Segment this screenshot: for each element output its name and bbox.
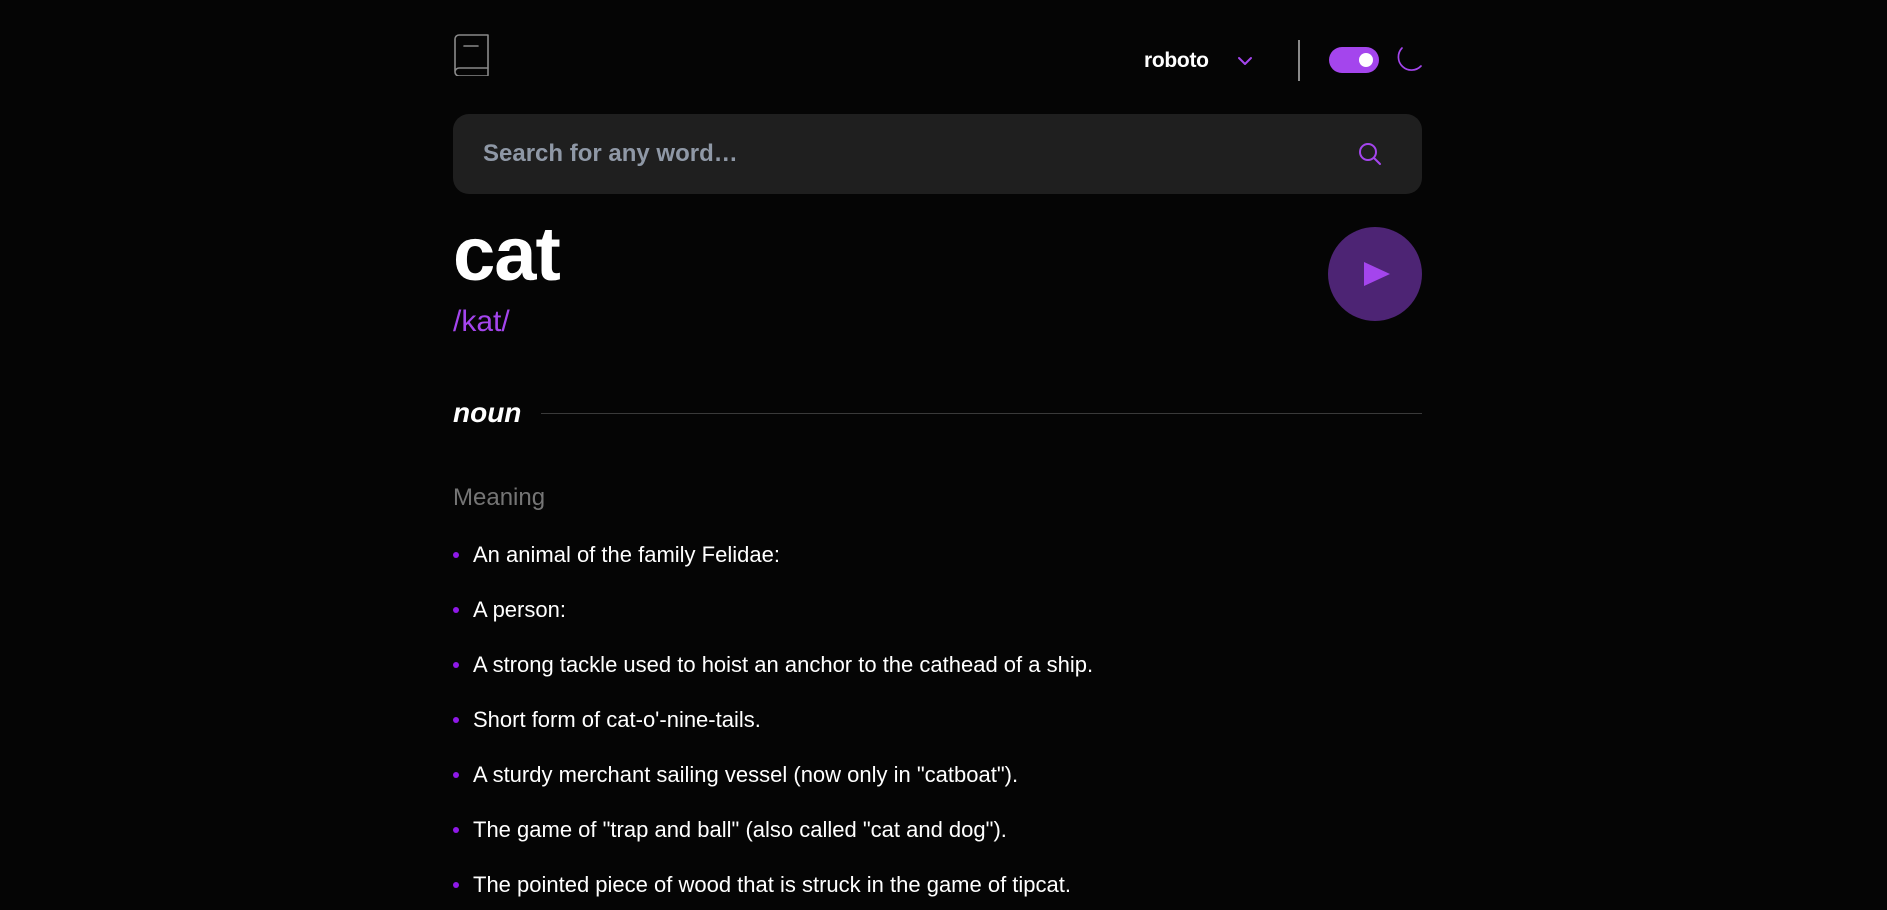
font-selector-label: roboto <box>1144 49 1209 72</box>
definition-item: A person: <box>453 590 1422 645</box>
definition-text: A sturdy merchant sailing vessel (now on… <box>473 762 1019 787</box>
definition-text: Short form of cat-o'-nine-tails. <box>473 707 761 732</box>
definitions-list: An animal of the family Felidae: A perso… <box>453 535 1422 910</box>
definition-text: The pointed piece of wood that is struck… <box>473 872 1072 897</box>
play-audio-button[interactable] <box>1328 227 1422 321</box>
theme-toggle[interactable] <box>1329 47 1379 73</box>
search-icon[interactable] <box>1358 142 1382 166</box>
definition-item: The pointed piece of wood that is struck… <box>453 865 1422 910</box>
phonetic: /kat/ <box>453 305 510 338</box>
bullet-icon <box>453 717 459 723</box>
definition-item: A strong tackle used to hoist an anchor … <box>453 645 1422 700</box>
bullet-icon <box>453 827 459 833</box>
meaning-heading: Meaning <box>453 484 546 511</box>
bullet-icon <box>453 772 459 778</box>
definition-item: An animal of the family Felidae: <box>453 535 1422 590</box>
search-input[interactable] <box>483 114 1343 194</box>
book-icon[interactable] <box>453 34 491 76</box>
search-bar <box>453 114 1422 194</box>
dictionary-page: roboto cat /kat/ <box>0 0 1887 910</box>
definition-text: A strong tackle used to hoist an anchor … <box>473 652 1094 677</box>
bullet-icon <box>453 882 459 888</box>
moon-icon <box>1397 47 1422 71</box>
font-selector[interactable]: roboto <box>1144 47 1253 75</box>
definition-item: The game of "trap and ball" (also called… <box>453 810 1422 865</box>
theme-toggle-knob <box>1359 53 1373 67</box>
bullet-icon <box>453 552 459 558</box>
definition-text: An animal of the family Felidae: <box>473 542 780 567</box>
bullet-icon <box>453 662 459 668</box>
play-icon <box>1364 262 1390 286</box>
definition-item: A sturdy merchant sailing vessel (now on… <box>453 755 1422 810</box>
definition-text: The game of "trap and ball" (also called… <box>473 817 1007 842</box>
part-of-speech-row: noun <box>453 392 1422 434</box>
bullet-icon <box>453 607 459 613</box>
part-of-speech: noun <box>453 397 522 428</box>
definition-item: Short form of cat-o'-nine-tails. <box>453 700 1422 755</box>
chevron-down-icon <box>1237 57 1252 65</box>
word-title: cat <box>453 212 561 297</box>
header: roboto <box>453 34 1422 84</box>
definition-text: A person: <box>473 597 566 622</box>
part-of-speech-divider <box>541 412 1422 414</box>
header-divider <box>1298 40 1300 81</box>
